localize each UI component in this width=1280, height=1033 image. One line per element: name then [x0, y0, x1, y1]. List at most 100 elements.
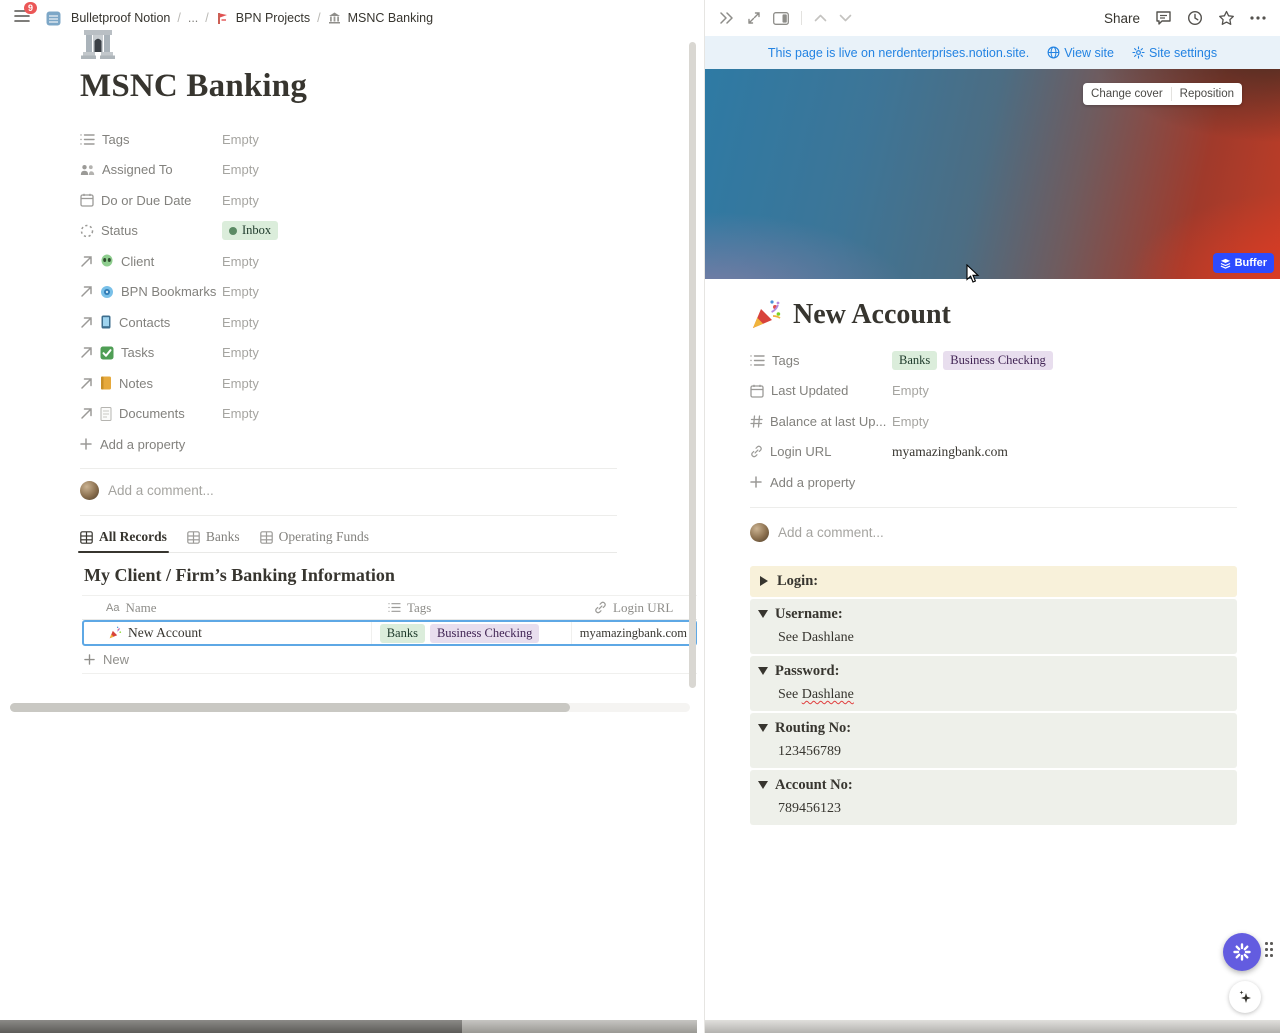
favorite-star-icon[interactable]	[1218, 10, 1235, 26]
expand-icon[interactable]	[747, 11, 761, 25]
page-icon-bank[interactable]	[80, 28, 116, 62]
tag-banks[interactable]: Banks	[892, 350, 938, 370]
window-bottom-scrollbar[interactable]	[0, 1020, 697, 1033]
column-tags[interactable]: Tags	[380, 600, 586, 616]
vertical-scrollbar[interactable]	[689, 42, 696, 688]
breadcrumb-workspace[interactable]: Bulletproof Notion	[71, 11, 170, 25]
sparkle-icon	[1239, 990, 1251, 1003]
breadcrumb-page[interactable]: MSNC Banking	[348, 11, 433, 25]
tab-all-records[interactable]: All Records	[78, 529, 169, 553]
toggle-login[interactable]: Login:	[750, 566, 1237, 597]
misspelled-word: Dashlane	[801, 687, 854, 702]
cell-name[interactable]: New Account	[84, 622, 372, 644]
toggle-expanded-icon[interactable]	[758, 610, 768, 618]
new-row-button[interactable]: New	[82, 646, 697, 674]
property-tasks[interactable]: Tasks Empty	[80, 338, 620, 369]
ai-sparkle-button[interactable]	[1229, 981, 1261, 1013]
property-value: Empty	[222, 131, 259, 147]
property-value: Empty	[222, 162, 259, 178]
table-view-icon	[259, 530, 273, 544]
party-popper-icon[interactable]	[750, 299, 782, 331]
add-property-button[interactable]: Add a property	[80, 429, 620, 459]
toggle-expanded-icon[interactable]	[758, 724, 768, 732]
history-icon[interactable]	[1187, 10, 1203, 26]
toggle-routing-no[interactable]: Routing No: 123456789	[750, 713, 1237, 768]
property-bpn-bookmarks[interactable]: BPN Bookmarks Empty	[80, 277, 620, 308]
add-property-button[interactable]: Add a property	[750, 467, 1237, 497]
breadcrumb-ellipsis[interactable]: ...	[188, 11, 198, 25]
buffer-icon	[1220, 258, 1230, 269]
site-settings-button[interactable]: Site settings	[1132, 46, 1217, 60]
table-row[interactable]: New Account Banks Business Checking myam…	[82, 620, 697, 646]
property-label: Assigned To	[102, 162, 173, 178]
globe-icon	[1047, 46, 1060, 59]
property-login-url[interactable]: Login URL myamazingbank.com	[750, 437, 1237, 468]
database-title[interactable]: My Client / Firm’s Banking Information	[84, 565, 395, 586]
workspace-icon[interactable]	[46, 11, 61, 26]
property-value-url[interactable]: myamazingbank.com	[892, 444, 1008, 460]
chevron-up-icon[interactable]	[814, 14, 827, 22]
drag-handle-icon[interactable]	[1265, 942, 1275, 960]
toggle-collapsed-icon[interactable]	[760, 576, 768, 586]
property-value: Empty	[222, 253, 259, 269]
more-options-icon[interactable]	[1250, 16, 1266, 20]
column-login-url[interactable]: Login URL	[586, 600, 697, 616]
comment-input[interactable]: Add a comment...	[80, 481, 214, 500]
property-tags[interactable]: Tags Banks Business Checking	[750, 345, 1237, 376]
buffer-badge[interactable]: Buffer	[1212, 253, 1274, 273]
toggle-password[interactable]: Password: See Dashlane	[750, 656, 1237, 711]
share-button[interactable]: Share	[1104, 11, 1140, 26]
property-tags[interactable]: Tags Empty	[80, 124, 620, 155]
toggle-expanded-icon[interactable]	[758, 781, 768, 789]
horizontal-scrollbar[interactable]	[10, 703, 690, 712]
horizontal-scrollbar-thumb[interactable]	[10, 703, 570, 712]
toggle-username[interactable]: Username: See Dashlane	[750, 599, 1237, 654]
status-badge[interactable]: Inbox	[222, 221, 279, 241]
breadcrumb-separator: /	[177, 11, 181, 25]
scrollbar-thumb[interactable]	[0, 1020, 462, 1033]
property-balance[interactable]: Balance at last Up... Empty	[750, 406, 1237, 437]
property-assigned-to[interactable]: Assigned To Empty	[80, 155, 620, 186]
tag-banks[interactable]: Banks	[379, 623, 425, 643]
comments-icon[interactable]	[1155, 10, 1172, 26]
tag-business-checking[interactable]: Business Checking	[943, 350, 1053, 370]
status-icon	[80, 224, 94, 237]
property-last-updated[interactable]: Last Updated Empty	[750, 376, 1237, 407]
column-name[interactable]: Aa Name	[82, 600, 380, 616]
sidebar-menu-button[interactable]: 9	[14, 2, 40, 28]
mouse-cursor	[966, 264, 980, 283]
chevron-down-icon[interactable]	[839, 14, 852, 22]
comment-input[interactable]: Add a comment...	[750, 518, 1237, 546]
page-cover[interactable]: Change cover Reposition Buffer	[705, 69, 1280, 279]
page-title[interactable]: MSNC Banking	[80, 68, 307, 105]
toggle-content[interactable]: See Dashlane	[752, 683, 1235, 707]
cell-login-url[interactable]: myamazingbank.com	[572, 622, 695, 644]
notion-ai-button[interactable]	[1223, 933, 1261, 971]
reposition-button[interactable]: Reposition	[1172, 83, 1242, 105]
property-status[interactable]: Status Inbox	[80, 216, 620, 247]
peek-page-title[interactable]: New Account	[793, 299, 951, 331]
property-due-date[interactable]: Do or Due Date Empty	[80, 185, 620, 216]
change-cover-button[interactable]: Change cover	[1083, 83, 1171, 105]
arrow-up-right-icon	[81, 317, 92, 328]
tag-business-checking[interactable]: Business Checking	[429, 623, 540, 643]
side-peek-icon[interactable]	[773, 11, 789, 25]
property-documents[interactable]: Documents Empty	[80, 399, 620, 430]
view-site-button[interactable]: View site	[1047, 46, 1114, 60]
plus-icon	[750, 476, 762, 488]
toggle-expanded-icon[interactable]	[758, 667, 768, 675]
toggle-content[interactable]: See Dashlane	[752, 626, 1235, 650]
property-notes[interactable]: Notes Empty	[80, 368, 620, 399]
property-contacts[interactable]: Contacts Empty	[80, 307, 620, 338]
breadcrumb-projects[interactable]: BPN Projects	[236, 11, 310, 25]
property-label: Tasks	[121, 345, 155, 361]
toggle-account-no[interactable]: Account No: 789456123	[750, 770, 1237, 825]
property-client[interactable]: Client Empty	[80, 246, 620, 277]
tab-operating-funds[interactable]: Operating Funds	[259, 529, 369, 545]
close-peek-icon[interactable]	[719, 12, 735, 24]
toggle-content[interactable]: 789456123	[752, 797, 1235, 821]
cell-tags[interactable]: Banks Business Checking	[372, 622, 572, 644]
tab-banks[interactable]: Banks	[187, 529, 240, 545]
toggle-content[interactable]: 123456789	[752, 740, 1235, 764]
sunburst-icon	[1233, 943, 1251, 961]
